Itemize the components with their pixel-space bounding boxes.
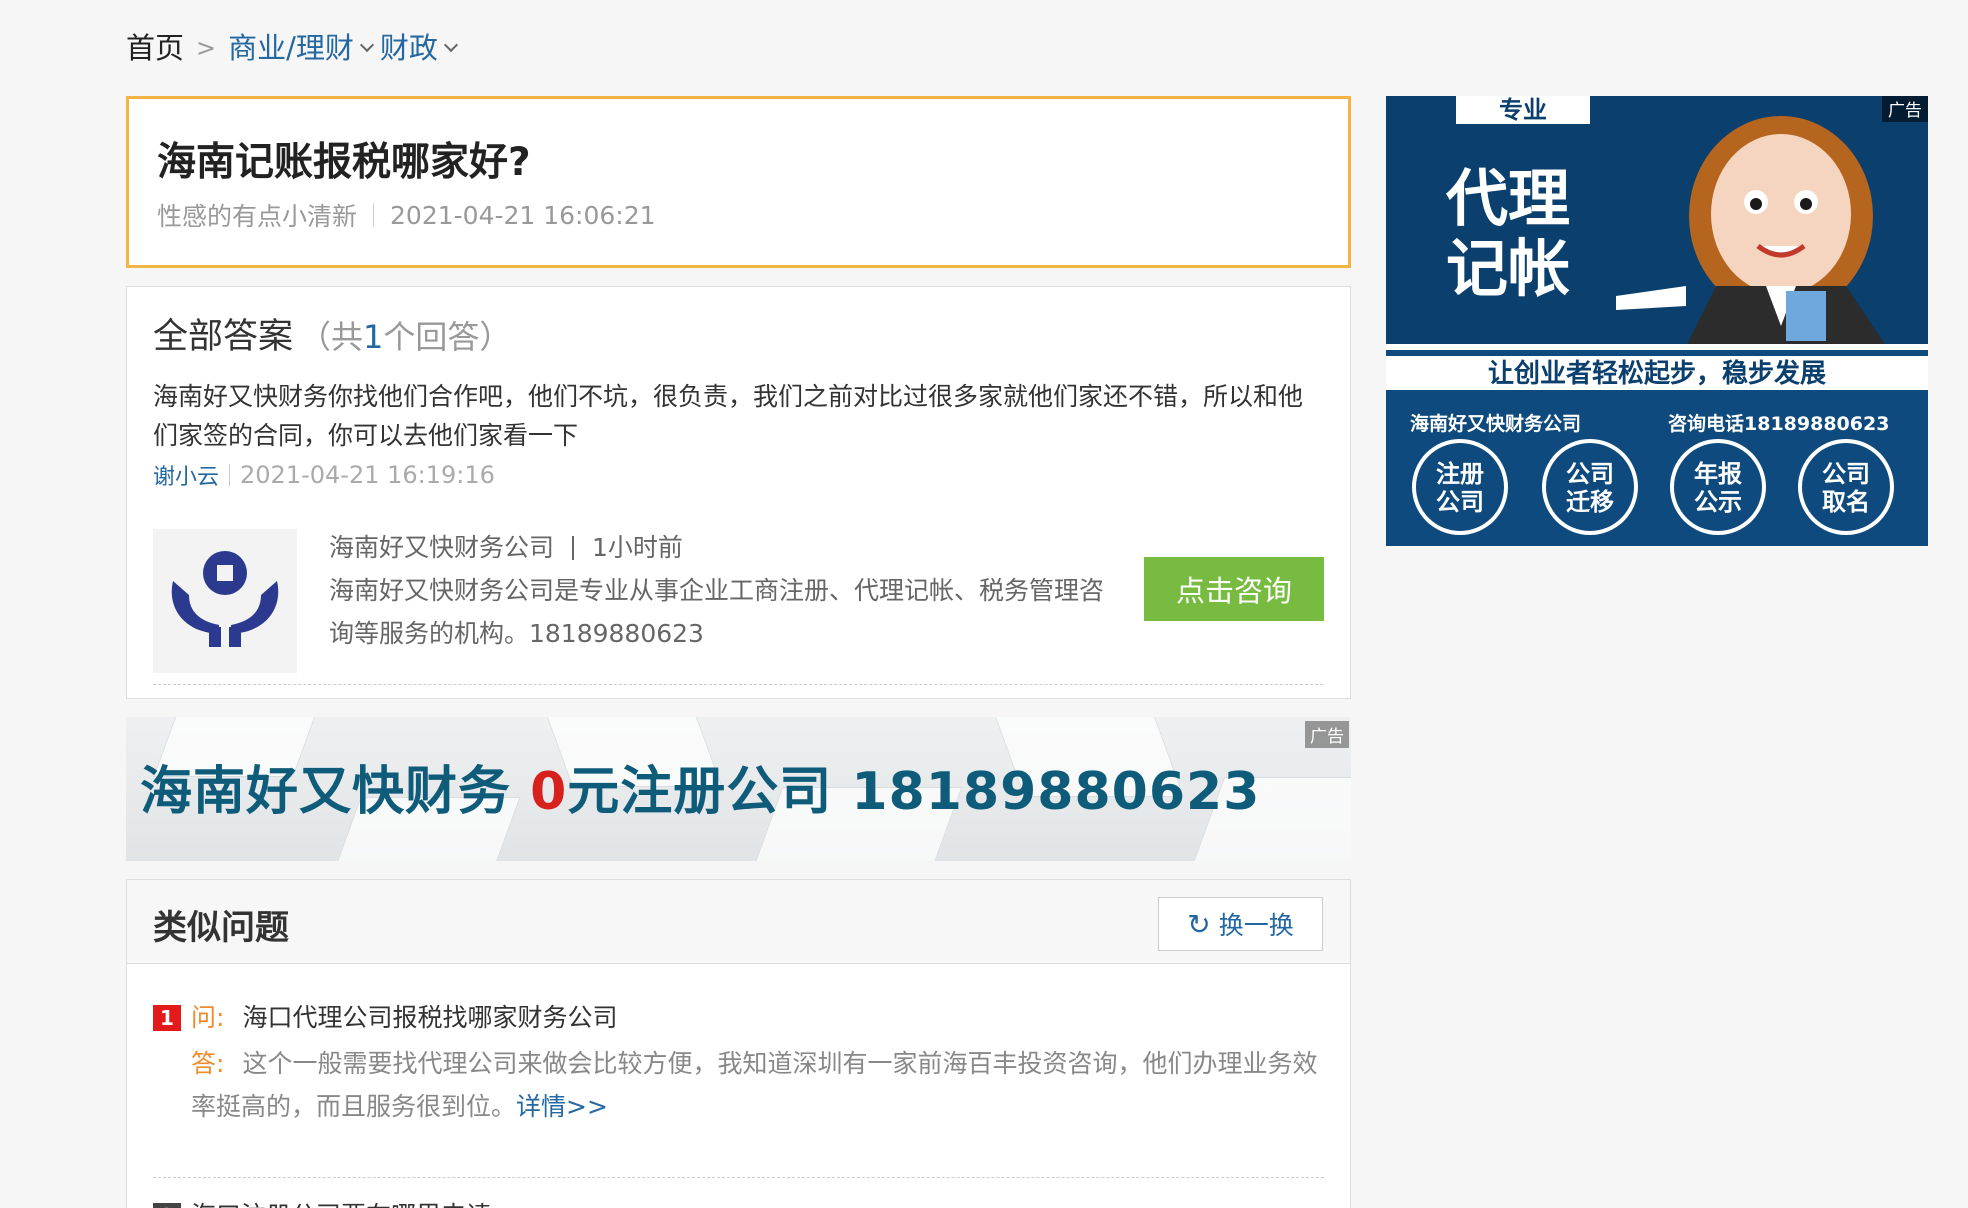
question-line: 1 问: 海口代理公司报税找哪家财务公司 (153, 1000, 1324, 1036)
service-label: 公司 (1566, 460, 1614, 488)
answers-count-suffix: 个回答） (383, 318, 512, 356)
breadcrumb: 首页 > 商业/理财 财政 (126, 28, 470, 68)
rank-badge: 2 (153, 1203, 181, 1208)
similar-question-link[interactable]: 海口代理公司报税找哪家财务公司 (242, 1000, 617, 1036)
company-description-line: 询等服务的机构。18189880623 (329, 619, 704, 648)
service-label: 迁移 (1566, 488, 1614, 516)
service-circle: 年报 公示 (1670, 439, 1766, 535)
company-info: 海南好又快财务公司 1小时前 海南好又快财务公司是专业从事企业工商注册、代理记帐… (329, 529, 1129, 655)
answers-heading-label: 全部答案 (153, 317, 294, 357)
detail-link[interactable]: 详情>> (516, 1092, 608, 1121)
similar-questions-title: 类似问题 (153, 908, 289, 948)
consult-button[interactable]: 点击咨询 (1144, 557, 1324, 621)
side-advertisement[interactable]: 专业 代理 记帐 让创业者轻松起步，稳步发展 海南好又快财务公司 咨询电话181… (1386, 96, 1928, 546)
answers-card: 全部答案 （共1个回答） 海南好又快财务你找他们合作吧，他们不坑，很负责，我们之前… (126, 286, 1351, 699)
similar-questions-card: 类似问题 ↻ 换一换 1 问: 海口代理公司报税找哪家财务公司 答: 这个一般需要… (126, 879, 1351, 1208)
banner-text-part: 海南好又快财务 (140, 762, 531, 822)
side-ad-company: 海南好又快财务公司 (1410, 412, 1581, 435)
refresh-icon: ↻ (1187, 907, 1211, 941)
chevron-down-icon (359, 37, 374, 53)
service-label: 公示 (1694, 488, 1742, 516)
list-item: 2 海口注册公司要在哪里申请 (153, 1198, 1324, 1208)
answer-time: 2021-04-21 16:19:16 (240, 461, 495, 489)
side-ad-headline: 记帐 (1446, 232, 1570, 305)
main-column: 海南记账报税哪家好? 性感的有点小清新 2021-04-21 16:06:21 … (126, 96, 1351, 1208)
service-circle: 公司 取名 (1798, 439, 1894, 535)
rank-badge: 1 (153, 1005, 181, 1031)
answer-label: 答: (191, 1049, 225, 1078)
banner-text-part: 元注册公司 18189880623 (567, 762, 1261, 822)
divider (373, 203, 375, 227)
answer-meta: 谢小云 2021-04-21 16:19:16 (153, 459, 1324, 491)
service-label: 取名 (1822, 488, 1870, 516)
answers-count: （共1个回答） (299, 318, 511, 356)
company-name[interactable]: 海南好又快财务公司 (329, 529, 554, 567)
breadcrumb-category-label: 财政 (379, 31, 438, 65)
question-author: 性感的有点小清新 (157, 202, 358, 231)
answer-author-link[interactable]: 谢小云 (153, 459, 219, 491)
company-name-row: 海南好又快财务公司 1小时前 (329, 529, 1129, 567)
similar-question-link[interactable]: 海口注册公司要在哪里申请 (191, 1198, 491, 1208)
banner-text-highlight: 0 (530, 762, 568, 822)
question-time: 2021-04-21 16:06:21 (390, 200, 656, 230)
company-description: 海南好又快财务公司是专业从事企业工商注册、代理记帐、税务管理咨 询等服务的机构。… (329, 569, 1129, 655)
side-ad-phone: 咨询电话18189880623 (1668, 412, 1889, 435)
answers-count-number: 1 (363, 318, 384, 356)
breadcrumb-category-finance[interactable]: 财政 (380, 28, 470, 68)
question-meta: 性感的有点小清新 2021-04-21 16:06:21 (157, 197, 1320, 233)
breadcrumb-separator: > (196, 34, 217, 62)
question-card: 海南记账报税哪家好? 性感的有点小清新 2021-04-21 16:06:21 (126, 96, 1351, 268)
service-label: 年报 (1694, 460, 1742, 488)
banner-advertisement[interactable]: 海南好又快财务 0元注册公司 18189880623 广告 (126, 717, 1351, 861)
similar-questions-list: 1 问: 海口代理公司报税找哪家财务公司 答: 这个一般需要找代理公司来做会比较方… (127, 964, 1350, 1208)
answer-excerpt-text: 这个一般需要找代理公司来做会比较方便，我知道深圳有一家前海百丰投资咨询，他们办理… (191, 1049, 1318, 1121)
breadcrumb-category-label: 商业/理财 (228, 31, 354, 65)
side-ad-headline: 代理 (1445, 162, 1570, 235)
banner-ad-text: 海南好又快财务 0元注册公司 18189880623 (140, 749, 1260, 824)
company-time: 1小时前 (592, 533, 683, 562)
answer-text: 海南好又快财务你找他们合作吧，他们不坑，很负责，我们之前对比过很多家就他们家还不… (153, 382, 1304, 450)
similar-questions-header: 类似问题 ↻ 换一换 (127, 880, 1350, 964)
answers-heading: 全部答案 （共1个回答） (153, 313, 1324, 361)
refresh-button[interactable]: ↻ 换一换 (1158, 897, 1323, 951)
answer-excerpt: 答: 这个一般需要找代理公司来做会比较方便，我知道深圳有一家前海百丰投资咨询，他们… (191, 1042, 1331, 1128)
answers-count-prefix: （共 (299, 318, 364, 356)
service-label: 注册 (1436, 460, 1484, 488)
service-circle: 注册 公司 (1412, 439, 1508, 535)
chevron-down-icon (443, 37, 458, 53)
breadcrumb-home-link[interactable]: 首页 (126, 28, 184, 68)
company-promo-card: 海南好又快财务公司 1小时前 海南好又快财务公司是专业从事企业工商注册、代理记帐… (153, 529, 1324, 685)
divider (572, 536, 575, 560)
side-ad-slogan: 让创业者轻松起步，稳步发展 (1488, 358, 1826, 389)
question-line: 2 海口注册公司要在哪里申请 (153, 1198, 1324, 1208)
hands-coin-logo-icon[interactable] (153, 529, 297, 673)
service-label: 公司 (1822, 460, 1870, 488)
question-title: 海南记账报税哪家好? (157, 140, 531, 185)
ad-tag: 广告 (1305, 721, 1349, 748)
company-description-line: 海南好又快财务公司是专业从事企业工商注册、代理记帐、税务管理咨 (329, 576, 1105, 605)
list-item: 1 问: 海口代理公司报税找哪家财务公司 答: 这个一般需要找代理公司来做会比较方… (153, 1000, 1324, 1178)
refresh-label: 换一换 (1218, 911, 1294, 940)
service-circle: 公司 迁移 (1542, 439, 1638, 535)
divider (229, 464, 231, 486)
question-label: 问: (191, 1003, 225, 1032)
breadcrumb-category-business[interactable]: 商业/理财 (228, 28, 386, 68)
ad-tag: 广告 (1888, 101, 1922, 121)
side-ad-badge: 专业 (1499, 96, 1547, 124)
service-label: 公司 (1436, 488, 1484, 516)
